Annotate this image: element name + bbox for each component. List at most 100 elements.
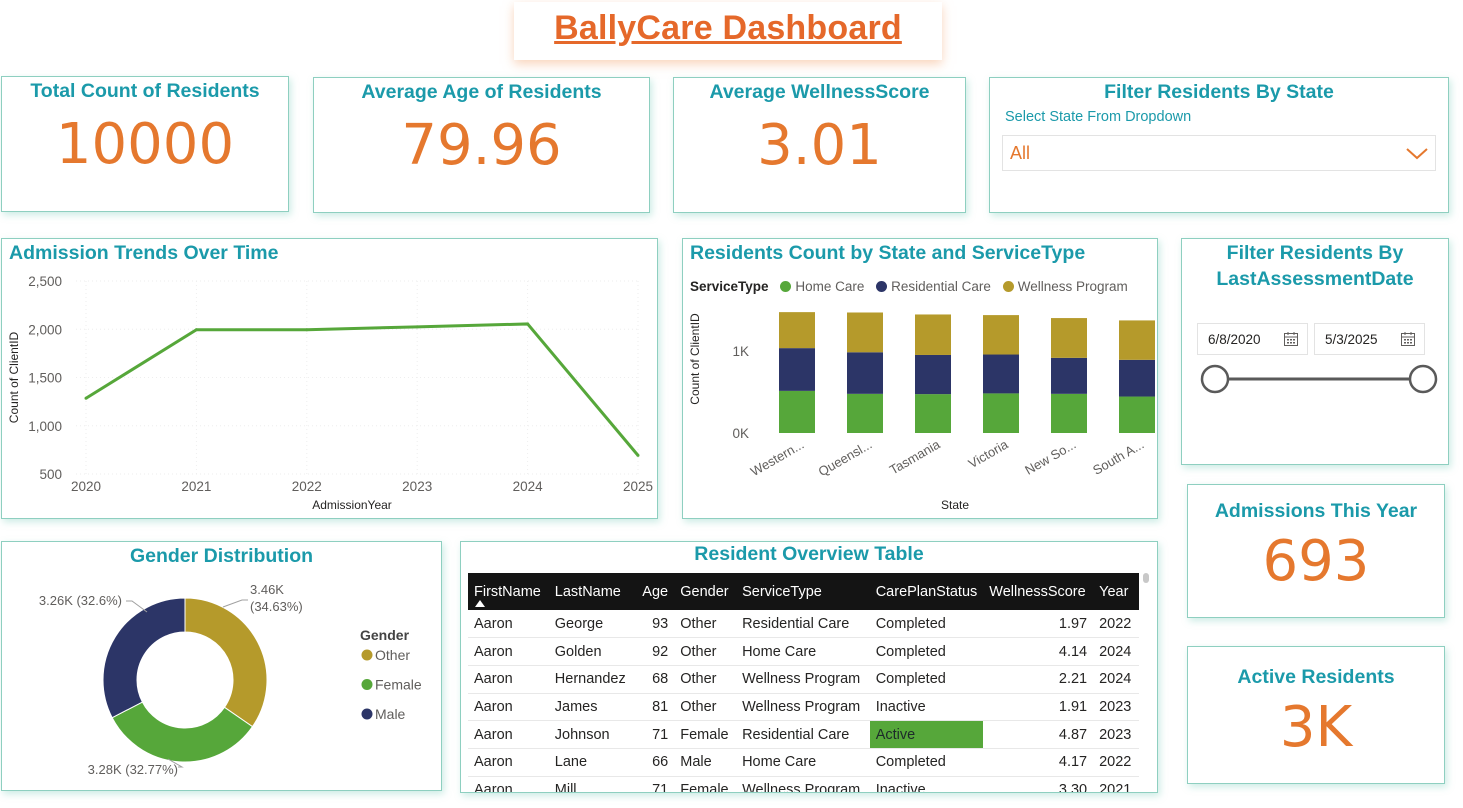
- gender-distribution-chart: Gender Distribution 3.46K (34.63%) 3.28K (…: [1, 541, 442, 791]
- calendar-icon[interactable]: [1283, 331, 1299, 350]
- x-tick-label: 2024: [513, 479, 544, 494]
- table-row[interactable]: Aaron Hernandez 68 Other Wellness Program Com…: [468, 665, 1139, 694]
- table-title: Resident Overview Table: [694, 543, 924, 565]
- line-point[interactable]: [84, 396, 88, 400]
- bar-segment[interactable]: [1119, 396, 1155, 433]
- date-range-slider[interactable]: [1182, 359, 1448, 399]
- line-series[interactable]: [85, 322, 640, 457]
- line-point[interactable]: [526, 322, 530, 326]
- legend-label[interactable]: Other: [375, 647, 410, 663]
- x-tick-label: Western...: [748, 437, 807, 479]
- bar-segment[interactable]: [779, 390, 815, 433]
- table-cell: Wellness Program: [736, 776, 870, 792]
- table-cell: Wellness Program: [736, 665, 870, 694]
- bar-segment[interactable]: [915, 314, 951, 355]
- table-cell: Home Care: [736, 748, 870, 777]
- table-row[interactable]: Aaron George 93 Other Residential Care Comple…: [468, 610, 1139, 639]
- legend-label[interactable]: Male: [375, 706, 406, 722]
- bar-segment[interactable]: [779, 312, 815, 349]
- table-cell: 92: [636, 637, 675, 666]
- bar-segment[interactable]: [1051, 318, 1087, 358]
- bar-segment[interactable]: [1051, 357, 1087, 394]
- legend-dot: [361, 649, 373, 661]
- table-cell: 81: [636, 693, 675, 722]
- bar-segment[interactable]: [1119, 320, 1155, 360]
- table-cell: George: [548, 610, 637, 639]
- y-tick-label: 1,000: [28, 419, 62, 434]
- bar-segment[interactable]: [1119, 359, 1155, 397]
- state-dropdown[interactable]: All: [1002, 135, 1436, 171]
- table-row[interactable]: Aaron Lane 66 Male Home Care Completed 4.17 202…: [468, 748, 1139, 777]
- bar-segment[interactable]: [847, 312, 883, 353]
- y-tick-label: 500: [39, 467, 62, 482]
- legend-item[interactable]: Residential Care: [876, 279, 991, 294]
- kpi-value: 3.01: [757, 113, 882, 178]
- donut-slice[interactable]: [102, 597, 186, 719]
- x-tick-label: Queensl...: [816, 437, 875, 480]
- bar-segment[interactable]: [983, 315, 1019, 355]
- table-row[interactable]: Aaron Johnson 71 Female Residential Care Acti…: [468, 720, 1139, 749]
- table-cell: Mill...: [548, 776, 637, 792]
- line-point[interactable]: [305, 328, 309, 332]
- column-header[interactable]: FirstName: [468, 573, 549, 610]
- bar-segment[interactable]: [983, 354, 1019, 394]
- resident-overview-table-card: Resident Overview Table FirstName LastNa…: [460, 541, 1158, 793]
- table-row[interactable]: Aaron James 81 Other Wellness Program Inactiv…: [468, 693, 1139, 722]
- table-cell: 71: [636, 776, 675, 792]
- calendar-icon[interactable]: [1400, 331, 1416, 350]
- column-header[interactable]: Age: [636, 573, 675, 610]
- bar-segment[interactable]: [847, 352, 883, 394]
- legend-label[interactable]: Female: [375, 677, 422, 693]
- bar-segment[interactable]: [915, 394, 951, 433]
- table-cell: Golden: [548, 637, 637, 666]
- bar-segment[interactable]: [779, 348, 815, 391]
- column-header[interactable]: Gender: [674, 573, 737, 610]
- start-date-input[interactable]: 6/8/2020: [1197, 323, 1308, 355]
- kpi-title: Average WellnessScore: [709, 81, 930, 103]
- slicer-title-line2: LastAssessmentDate: [1216, 268, 1414, 290]
- column-header[interactable]: WellnessScore: [983, 573, 1094, 610]
- y-tick-label: 1,500: [28, 371, 62, 386]
- table-cell: 68: [636, 665, 675, 694]
- legend-item[interactable]: Home Care: [780, 279, 864, 294]
- bar-segment[interactable]: [915, 354, 951, 395]
- column-header[interactable]: Year: [1093, 573, 1139, 610]
- table-header-row: FirstName LastName Age Gender ServiceTyp…: [468, 573, 1139, 610]
- x-tick-label: New So...: [1022, 437, 1078, 478]
- table-cell: Male: [674, 748, 737, 777]
- table-cell: 93: [636, 610, 675, 639]
- table-scrollbar[interactable]: [1143, 573, 1149, 583]
- legend-title: ServiceType: [690, 279, 769, 294]
- legend-item[interactable]: Wellness Program: [1002, 279, 1128, 294]
- table-row[interactable]: Aaron Mill... 71 Female Wellness Program Inac…: [468, 776, 1139, 792]
- donut-slice[interactable]: [184, 597, 268, 728]
- column-header[interactable]: LastName: [548, 573, 637, 610]
- bar-segment[interactable]: [847, 393, 883, 433]
- line-point[interactable]: [636, 453, 640, 457]
- table-cell: Other: [674, 610, 737, 639]
- line-point[interactable]: [415, 325, 419, 329]
- dashboard-title-box: BallyCare Dashboard: [514, 2, 942, 60]
- table-cell: Other: [674, 693, 737, 722]
- bar-segment[interactable]: [1051, 393, 1087, 433]
- column-header[interactable]: ServiceType: [736, 573, 870, 610]
- y-tick-label: 2,000: [28, 322, 62, 337]
- slice-label: 3.28K (32.77%): [88, 762, 178, 777]
- line-point[interactable]: [194, 328, 198, 332]
- table-cell: Aaron: [468, 637, 549, 666]
- column-header[interactable]: CarePlanStatus: [869, 573, 984, 610]
- table-cell: Active: [869, 720, 984, 749]
- table-cell: 2023: [1093, 720, 1139, 749]
- date-slicer: Filter Residents By LastAssessmentDate 6…: [1181, 238, 1449, 465]
- table-row[interactable]: Aaron Golden 92 Other Home Care Completed 4.14…: [468, 637, 1139, 666]
- y-tick-label: 2,500: [28, 274, 62, 289]
- table-cell: Aaron: [468, 748, 549, 777]
- bar-segment[interactable]: [983, 393, 1019, 433]
- table-cell: 2023: [1093, 693, 1139, 722]
- slider-end-handle[interactable]: [1408, 364, 1438, 394]
- chart-title: Residents Count by State and ServiceType: [690, 242, 1086, 264]
- slider-start-handle[interactable]: [1200, 364, 1230, 394]
- end-date-input[interactable]: 5/3/2025: [1314, 323, 1425, 355]
- table-cell: Residential Care: [736, 720, 870, 749]
- legend-label: Home Care: [795, 279, 865, 294]
